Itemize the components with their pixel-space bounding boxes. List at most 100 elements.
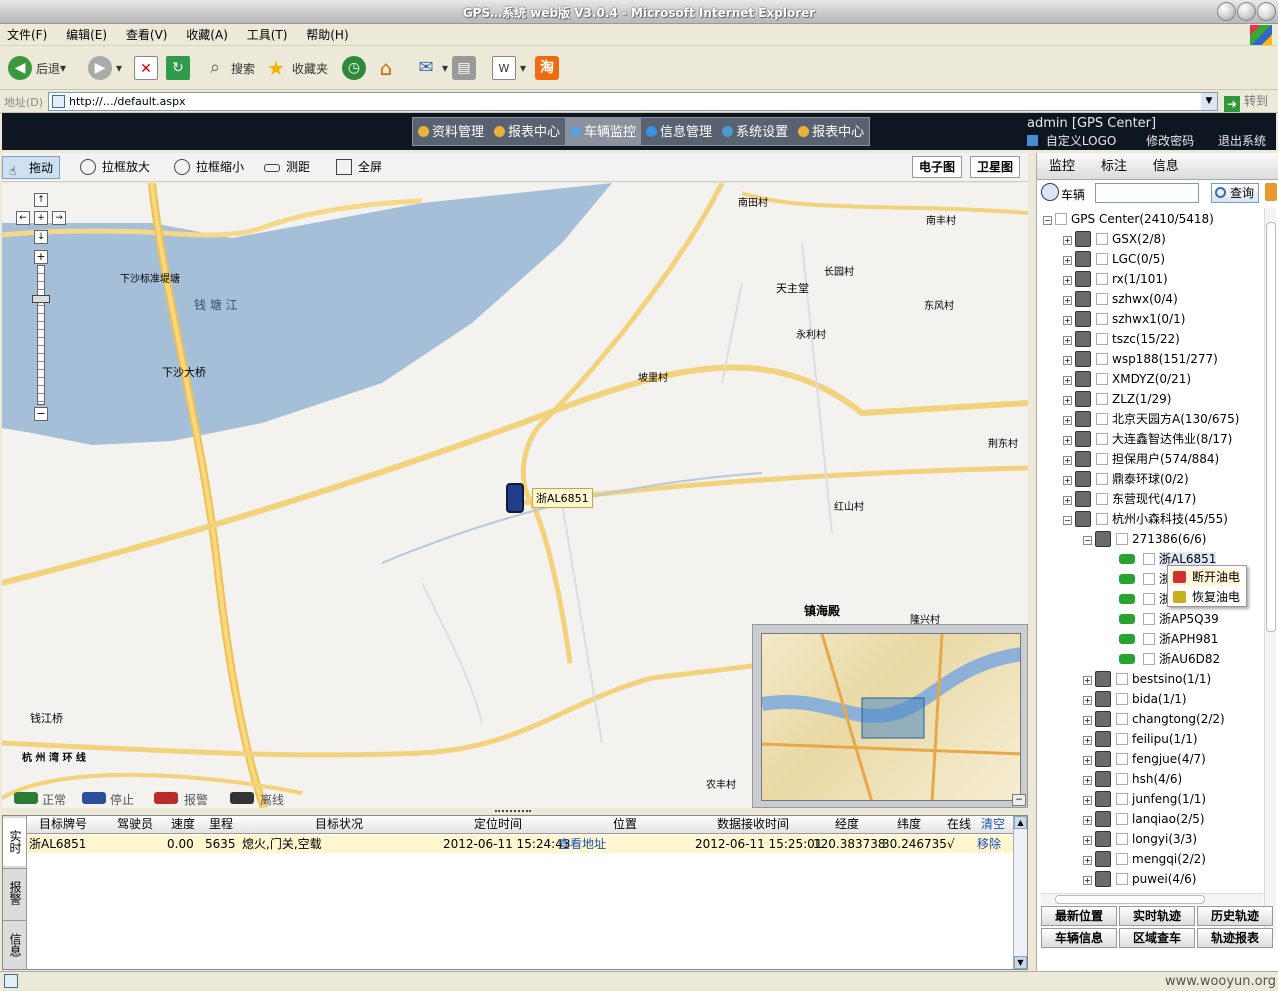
stop-button[interactable]: ✕: [134, 54, 162, 82]
tree-vehicle[interactable]: 浙AP5Q39: [1119, 609, 1219, 629]
tree-subgroup[interactable]: + feilipu(1/1): [1083, 729, 1198, 749]
pan-right-icon[interactable]: →: [52, 211, 66, 225]
expand-icon[interactable]: +: [1063, 416, 1072, 425]
tree-checkbox[interactable]: [1055, 213, 1067, 225]
tree-group[interactable]: + rx(1/101): [1063, 269, 1168, 289]
scroll-down-icon[interactable]: ▼: [1014, 956, 1027, 969]
col-plate[interactable]: 目标牌号: [39, 816, 87, 833]
track-report-button[interactable]: 轨迹报表: [1197, 928, 1273, 948]
tree-group[interactable]: − 杭州小森科技(45/55): [1063, 509, 1228, 529]
col-mileage[interactable]: 里程: [209, 816, 233, 833]
tab-realtime[interactable]: 实时: [3, 818, 26, 866]
tree-hscrollbar[interactable]: [1041, 893, 1263, 905]
tree-checkbox[interactable]: [1096, 393, 1108, 405]
expand-icon[interactable]: +: [1083, 696, 1092, 705]
nav-report-center[interactable]: 报表中心: [489, 118, 565, 145]
history-track-button[interactable]: 历史轨迹: [1197, 906, 1273, 926]
tree-group[interactable]: + LGC(0/5): [1063, 249, 1165, 269]
tree-checkbox[interactable]: [1143, 573, 1155, 585]
zoom-slider-handle[interactable]: [32, 295, 50, 303]
go-button[interactable]: ➜ 转到: [1224, 92, 1268, 112]
tree-group[interactable]: + 鼎泰环球(0/2): [1063, 469, 1189, 489]
back-button[interactable]: ◀ 后退 ▾: [8, 54, 66, 82]
nav-data-management[interactable]: 资料管理: [413, 118, 489, 145]
expand-icon[interactable]: +: [1063, 236, 1072, 245]
tree-checkbox[interactable]: [1096, 353, 1108, 365]
col-latitude[interactable]: 纬度: [897, 816, 921, 833]
pan-tool[interactable]: ☝ 拖动: [2, 156, 61, 179]
tree-checkbox[interactable]: [1116, 793, 1128, 805]
close-button[interactable]: [1257, 2, 1276, 21]
tree-subgroup[interactable]: + changtong(2/2): [1083, 709, 1225, 729]
tree-group[interactable]: + GSX(2/8): [1063, 229, 1166, 249]
custom-logo-link[interactable]: 自定义LOGO: [1046, 134, 1116, 148]
col-status[interactable]: 目标状况: [315, 816, 363, 833]
tree-checkbox[interactable]: [1096, 293, 1108, 305]
menu-view[interactable]: 查看(V): [126, 24, 168, 46]
nav-report-center-2[interactable]: 报表中心: [793, 118, 869, 145]
expand-icon[interactable]: +: [1083, 776, 1092, 785]
overview-map[interactable]: −: [752, 624, 1028, 808]
table-row[interactable]: 浙AL6851 0.00 5635 熄火,门关,空载 2012-06-11 15…: [27, 835, 1013, 853]
minimize-button[interactable]: [1217, 2, 1236, 21]
tree-group[interactable]: + 北京天园方A(130/675): [1063, 409, 1239, 429]
expand-icon[interactable]: +: [1083, 676, 1092, 685]
col-online[interactable]: 在线: [947, 816, 971, 833]
expand-icon[interactable]: +: [1063, 256, 1072, 265]
expand-icon[interactable]: +: [1063, 296, 1072, 305]
home-button[interactable]: ⌂: [374, 54, 402, 82]
tree-checkbox[interactable]: [1116, 873, 1128, 885]
tree-checkbox[interactable]: [1143, 653, 1155, 665]
tree-checkbox[interactable]: [1116, 833, 1128, 845]
tree-group[interactable]: + 东营现代(4/17): [1063, 489, 1196, 509]
maximize-button[interactable]: [1237, 2, 1256, 21]
expand-icon[interactable]: +: [1063, 456, 1072, 465]
tree-checkbox[interactable]: [1116, 733, 1128, 745]
remove-link[interactable]: 移除: [977, 835, 1001, 853]
tree-checkbox[interactable]: [1096, 433, 1108, 445]
scroll-up-icon[interactable]: ▲: [1014, 816, 1027, 829]
pan-left-icon[interactable]: ←: [16, 211, 30, 225]
menu-tools[interactable]: 工具(T): [247, 24, 288, 46]
tree-root[interactable]: − GPS Center(2410/5418): [1043, 209, 1214, 229]
pan-center-icon[interactable]: +: [34, 211, 48, 225]
vehicle-marker-icon[interactable]: [506, 483, 524, 513]
tree-checkbox[interactable]: [1096, 493, 1108, 505]
expand-icon[interactable]: +: [1083, 856, 1092, 865]
tree-checkbox[interactable]: [1096, 453, 1108, 465]
expand-icon[interactable]: +: [1083, 836, 1092, 845]
tree-checkbox[interactable]: [1096, 253, 1108, 265]
col-speed[interactable]: 速度: [171, 816, 195, 833]
tab-mark[interactable]: 标注: [1101, 153, 1127, 180]
expand-icon[interactable]: −: [1063, 516, 1072, 525]
tree-checkbox[interactable]: [1096, 273, 1108, 285]
expand-icon[interactable]: +: [1063, 396, 1072, 405]
history-button[interactable]: ◷: [342, 54, 370, 82]
expand-icon[interactable]: +: [1063, 496, 1072, 505]
vehicle-label[interactable]: 浙AL6851: [532, 488, 593, 508]
expand-icon[interactable]: +: [1083, 816, 1092, 825]
tree-subgroup[interactable]: + longyi(3/3): [1083, 829, 1197, 849]
collapse-icon[interactable]: −: [1083, 536, 1092, 545]
overview-viewport[interactable]: [861, 697, 925, 739]
tree-scrollbar[interactable]: [1264, 208, 1276, 938]
tree-subgroup[interactable]: + lanqiao(2/5): [1083, 809, 1205, 829]
tree-subgroup[interactable]: + puwei(4/6): [1083, 869, 1196, 889]
query-button[interactable]: 查询: [1211, 183, 1259, 203]
tree-checkbox[interactable]: [1096, 233, 1108, 245]
expand-icon[interactable]: +: [1063, 376, 1072, 385]
logout-link[interactable]: 退出系统: [1218, 134, 1266, 148]
tree-checkbox[interactable]: [1096, 473, 1108, 485]
tree-vehicle[interactable]: 浙: [1119, 569, 1171, 589]
expand-icon[interactable]: +: [1083, 756, 1092, 765]
zoom-out-tool[interactable]: 拉框缩小: [174, 156, 244, 179]
tree-vehicle[interactable]: 浙AU6D82: [1119, 649, 1220, 669]
expand-icon[interactable]: +: [1063, 316, 1072, 325]
tree-hscroll-thumb[interactable]: [1055, 895, 1205, 904]
expand-icon[interactable]: +: [1063, 436, 1072, 445]
search-button[interactable]: ⌕ 搜索: [203, 54, 255, 82]
collapse-icon[interactable]: −: [1043, 216, 1052, 225]
area-search-button[interactable]: 区域查车: [1119, 928, 1195, 948]
refresh-tree-icon[interactable]: [1265, 183, 1277, 201]
col-receive-time[interactable]: 数据接收时间: [717, 816, 789, 833]
